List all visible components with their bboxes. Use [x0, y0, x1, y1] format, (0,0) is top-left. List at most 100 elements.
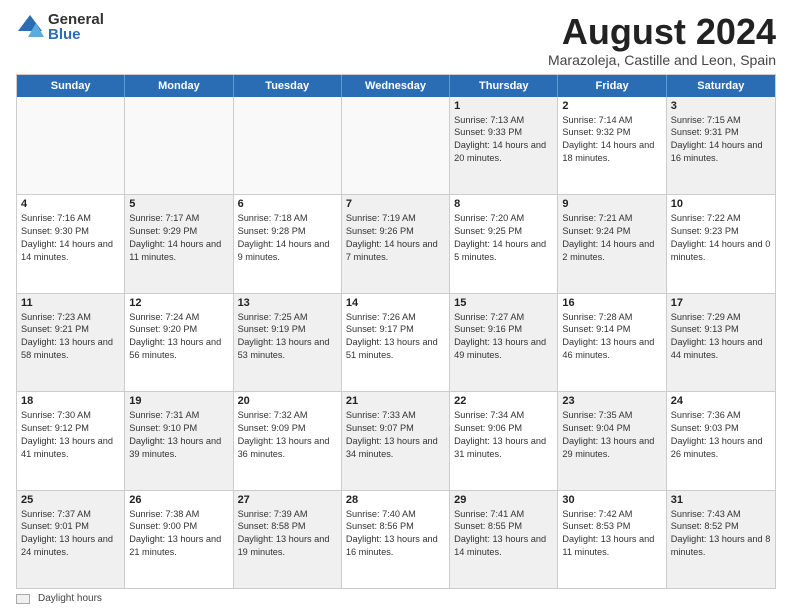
calendar-cell: 2 Sunrise: 7:14 AMSunset: 9:32 PMDaylight… [558, 97, 666, 194]
cell-text: Sunrise: 7:24 AMSunset: 9:20 PMDaylight:… [129, 311, 228, 363]
day-number: 24 [671, 395, 771, 407]
calendar-cell: 9 Sunrise: 7:21 AMSunset: 9:24 PMDaylight… [558, 195, 666, 292]
calendar-cell: 27Sunrise: 7:39 AMSunset: 8:58 PMDayligh… [234, 491, 342, 588]
cell-text: Sunrise: 7:38 AMSunset: 9:00 PMDaylight:… [129, 508, 228, 560]
day-number: 4 [21, 198, 120, 210]
calendar-row: 4 Sunrise: 7:16 AMSunset: 9:30 PMDaylight… [17, 195, 775, 293]
title-block: August 2024 Marazoleja, Castille and Leo… [548, 12, 776, 68]
day-number: 9 [562, 198, 661, 210]
day-number: 17 [671, 297, 771, 309]
cell-text: Sunrise: 7:25 AMSunset: 9:19 PMDaylight:… [238, 311, 337, 363]
cell-text: Sunrise: 7:23 AMSunset: 9:21 PMDaylight:… [21, 311, 120, 363]
day-number: 18 [21, 395, 120, 407]
day-number: 6 [238, 198, 337, 210]
calendar-cell: 19Sunrise: 7:31 AMSunset: 9:10 PMDayligh… [125, 392, 233, 489]
calendar: SundayMondayTuesdayWednesdayThursdayFrid… [16, 74, 776, 589]
calendar-cell: 7Sunrise: 7:19 AMSunset: 9:26 PMDaylight… [342, 195, 450, 292]
day-number: 1 [454, 100, 553, 112]
calendar-cell: 4 Sunrise: 7:16 AMSunset: 9:30 PMDaylight… [17, 195, 125, 292]
cell-text: Sunrise: 7:22 AMSunset: 9:23 PMDaylight:… [671, 212, 771, 264]
day-number: 11 [21, 297, 120, 309]
calendar-cell: 3 Sunrise: 7:15 AMSunset: 9:31 PMDaylight… [667, 97, 775, 194]
cell-text: Sunrise: 7:35 AMSunset: 9:04 PMDaylight:… [562, 409, 661, 461]
page: General Blue August 2024 Marazoleja, Cas… [0, 0, 792, 612]
cell-text: Sunrise: 7:32 AMSunset: 9:09 PMDaylight:… [238, 409, 337, 461]
calendar-row: 18 Sunrise: 7:30 AMSunset: 9:12 PMDayligh… [17, 392, 775, 490]
calendar-cell: 31Sunrise: 7:43 AMSunset: 8:52 PMDayligh… [667, 491, 775, 588]
cal-header-day: Monday [125, 75, 233, 97]
calendar-cell: 8Sunrise: 7:20 AMSunset: 9:25 PMDaylight… [450, 195, 558, 292]
calendar-cell [17, 97, 125, 194]
calendar-cell [234, 97, 342, 194]
calendar-cell: 6 Sunrise: 7:18 AMSunset: 9:28 PMDaylight… [234, 195, 342, 292]
day-number: 13 [238, 297, 337, 309]
cell-text: Sunrise: 7:13 AMSunset: 9:33 PMDaylight:… [454, 114, 553, 166]
cell-text: Sunrise: 7:42 AMSunset: 8:53 PMDaylight:… [562, 508, 661, 560]
cell-text: Sunrise: 7:33 AMSunset: 9:07 PMDaylight:… [346, 409, 445, 461]
cell-text: Sunrise: 7:43 AMSunset: 8:52 PMDaylight:… [671, 508, 771, 560]
day-number: 25 [21, 494, 120, 506]
calendar-cell: 29Sunrise: 7:41 AMSunset: 8:55 PMDayligh… [450, 491, 558, 588]
calendar-cell: 16Sunrise: 7:28 AMSunset: 9:14 PMDayligh… [558, 294, 666, 391]
cell-text: Sunrise: 7:16 AMSunset: 9:30 PMDaylight:… [21, 212, 120, 264]
day-number: 2 [562, 100, 661, 112]
cell-text: Sunrise: 7:26 AMSunset: 9:17 PMDaylight:… [346, 311, 445, 363]
day-number: 3 [671, 100, 771, 112]
calendar-cell: 18 Sunrise: 7:30 AMSunset: 9:12 PMDayligh… [17, 392, 125, 489]
calendar-cell: 11 Sunrise: 7:23 AMSunset: 9:21 PMDayligh… [17, 294, 125, 391]
calendar-cell: 15Sunrise: 7:27 AMSunset: 9:16 PMDayligh… [450, 294, 558, 391]
cell-text: Sunrise: 7:31 AMSunset: 9:10 PMDaylight:… [129, 409, 228, 461]
calendar-cell: 5 Sunrise: 7:17 AMSunset: 9:29 PMDaylight… [125, 195, 233, 292]
calendar-cell [342, 97, 450, 194]
cell-text: Sunrise: 7:15 AMSunset: 9:31 PMDaylight:… [671, 114, 771, 166]
page-subtitle: Marazoleja, Castille and Leon, Spain [548, 52, 776, 68]
cell-text: Sunrise: 7:36 AMSunset: 9:03 PMDaylight:… [671, 409, 771, 461]
calendar-cell: 14 Sunrise: 7:26 AMSunset: 9:17 PMDayligh… [342, 294, 450, 391]
calendar-cell: 1 Sunrise: 7:13 AMSunset: 9:33 PMDaylight… [450, 97, 558, 194]
cell-text: Sunrise: 7:18 AMSunset: 9:28 PMDaylight:… [238, 212, 337, 264]
calendar-row: 1 Sunrise: 7:13 AMSunset: 9:33 PMDaylight… [17, 97, 775, 195]
calendar-cell: 17 Sunrise: 7:29 AMSunset: 9:13 PMDayligh… [667, 294, 775, 391]
day-number: 30 [562, 494, 661, 506]
logo-text: General Blue [48, 12, 104, 42]
cell-text: Sunrise: 7:21 AMSunset: 9:24 PMDaylight:… [562, 212, 661, 264]
calendar-cell: 28Sunrise: 7:40 AMSunset: 8:56 PMDayligh… [342, 491, 450, 588]
day-number: 7 [346, 198, 445, 210]
cal-header-day: Wednesday [342, 75, 450, 97]
calendar-cell: 23Sunrise: 7:35 AMSunset: 9:04 PMDayligh… [558, 392, 666, 489]
day-number: 15 [454, 297, 553, 309]
cal-header-day: Thursday [450, 75, 558, 97]
cell-text: Sunrise: 7:41 AMSunset: 8:55 PMDaylight:… [454, 508, 553, 560]
calendar-cell: 21 Sunrise: 7:33 AMSunset: 9:07 PMDayligh… [342, 392, 450, 489]
day-number: 21 [346, 395, 445, 407]
day-number: 22 [454, 395, 553, 407]
calendar-cell: 24 Sunrise: 7:36 AMSunset: 9:03 PMDayligh… [667, 392, 775, 489]
calendar-cell: 30 Sunrise: 7:42 AMSunset: 8:53 PMDayligh… [558, 491, 666, 588]
calendar-header: SundayMondayTuesdayWednesdayThursdayFrid… [17, 75, 775, 97]
day-number: 20 [238, 395, 337, 407]
day-number: 10 [671, 198, 771, 210]
cell-text: Sunrise: 7:30 AMSunset: 9:12 PMDaylight:… [21, 409, 120, 461]
legend-box [16, 594, 30, 604]
calendar-row: 25 Sunrise: 7:37 AMSunset: 9:01 PMDayligh… [17, 491, 775, 588]
cell-text: Sunrise: 7:29 AMSunset: 9:13 PMDaylight:… [671, 311, 771, 363]
cell-text: Sunrise: 7:17 AMSunset: 9:29 PMDaylight:… [129, 212, 228, 264]
day-number: 14 [346, 297, 445, 309]
calendar-cell: 26 Sunrise: 7:38 AMSunset: 9:00 PMDayligh… [125, 491, 233, 588]
calendar-cell: 12Sunrise: 7:24 AMSunset: 9:20 PMDayligh… [125, 294, 233, 391]
cal-header-day: Friday [558, 75, 666, 97]
calendar-cell: 13 Sunrise: 7:25 AMSunset: 9:19 PMDayligh… [234, 294, 342, 391]
cell-text: Sunrise: 7:14 AMSunset: 9:32 PMDaylight:… [562, 114, 661, 166]
calendar-row: 11 Sunrise: 7:23 AMSunset: 9:21 PMDayligh… [17, 294, 775, 392]
day-number: 26 [129, 494, 228, 506]
logo-general: General [48, 12, 104, 27]
day-number: 28 [346, 494, 445, 506]
calendar-cell: 25 Sunrise: 7:37 AMSunset: 9:01 PMDayligh… [17, 491, 125, 588]
day-number: 16 [562, 297, 661, 309]
footer: Daylight hours [16, 593, 776, 604]
cal-header-day: Sunday [17, 75, 125, 97]
cell-text: Sunrise: 7:34 AMSunset: 9:06 PMDaylight:… [454, 409, 553, 461]
calendar-body: 1 Sunrise: 7:13 AMSunset: 9:33 PMDaylight… [17, 97, 775, 588]
cell-text: Sunrise: 7:37 AMSunset: 9:01 PMDaylight:… [21, 508, 120, 560]
day-number: 5 [129, 198, 228, 210]
